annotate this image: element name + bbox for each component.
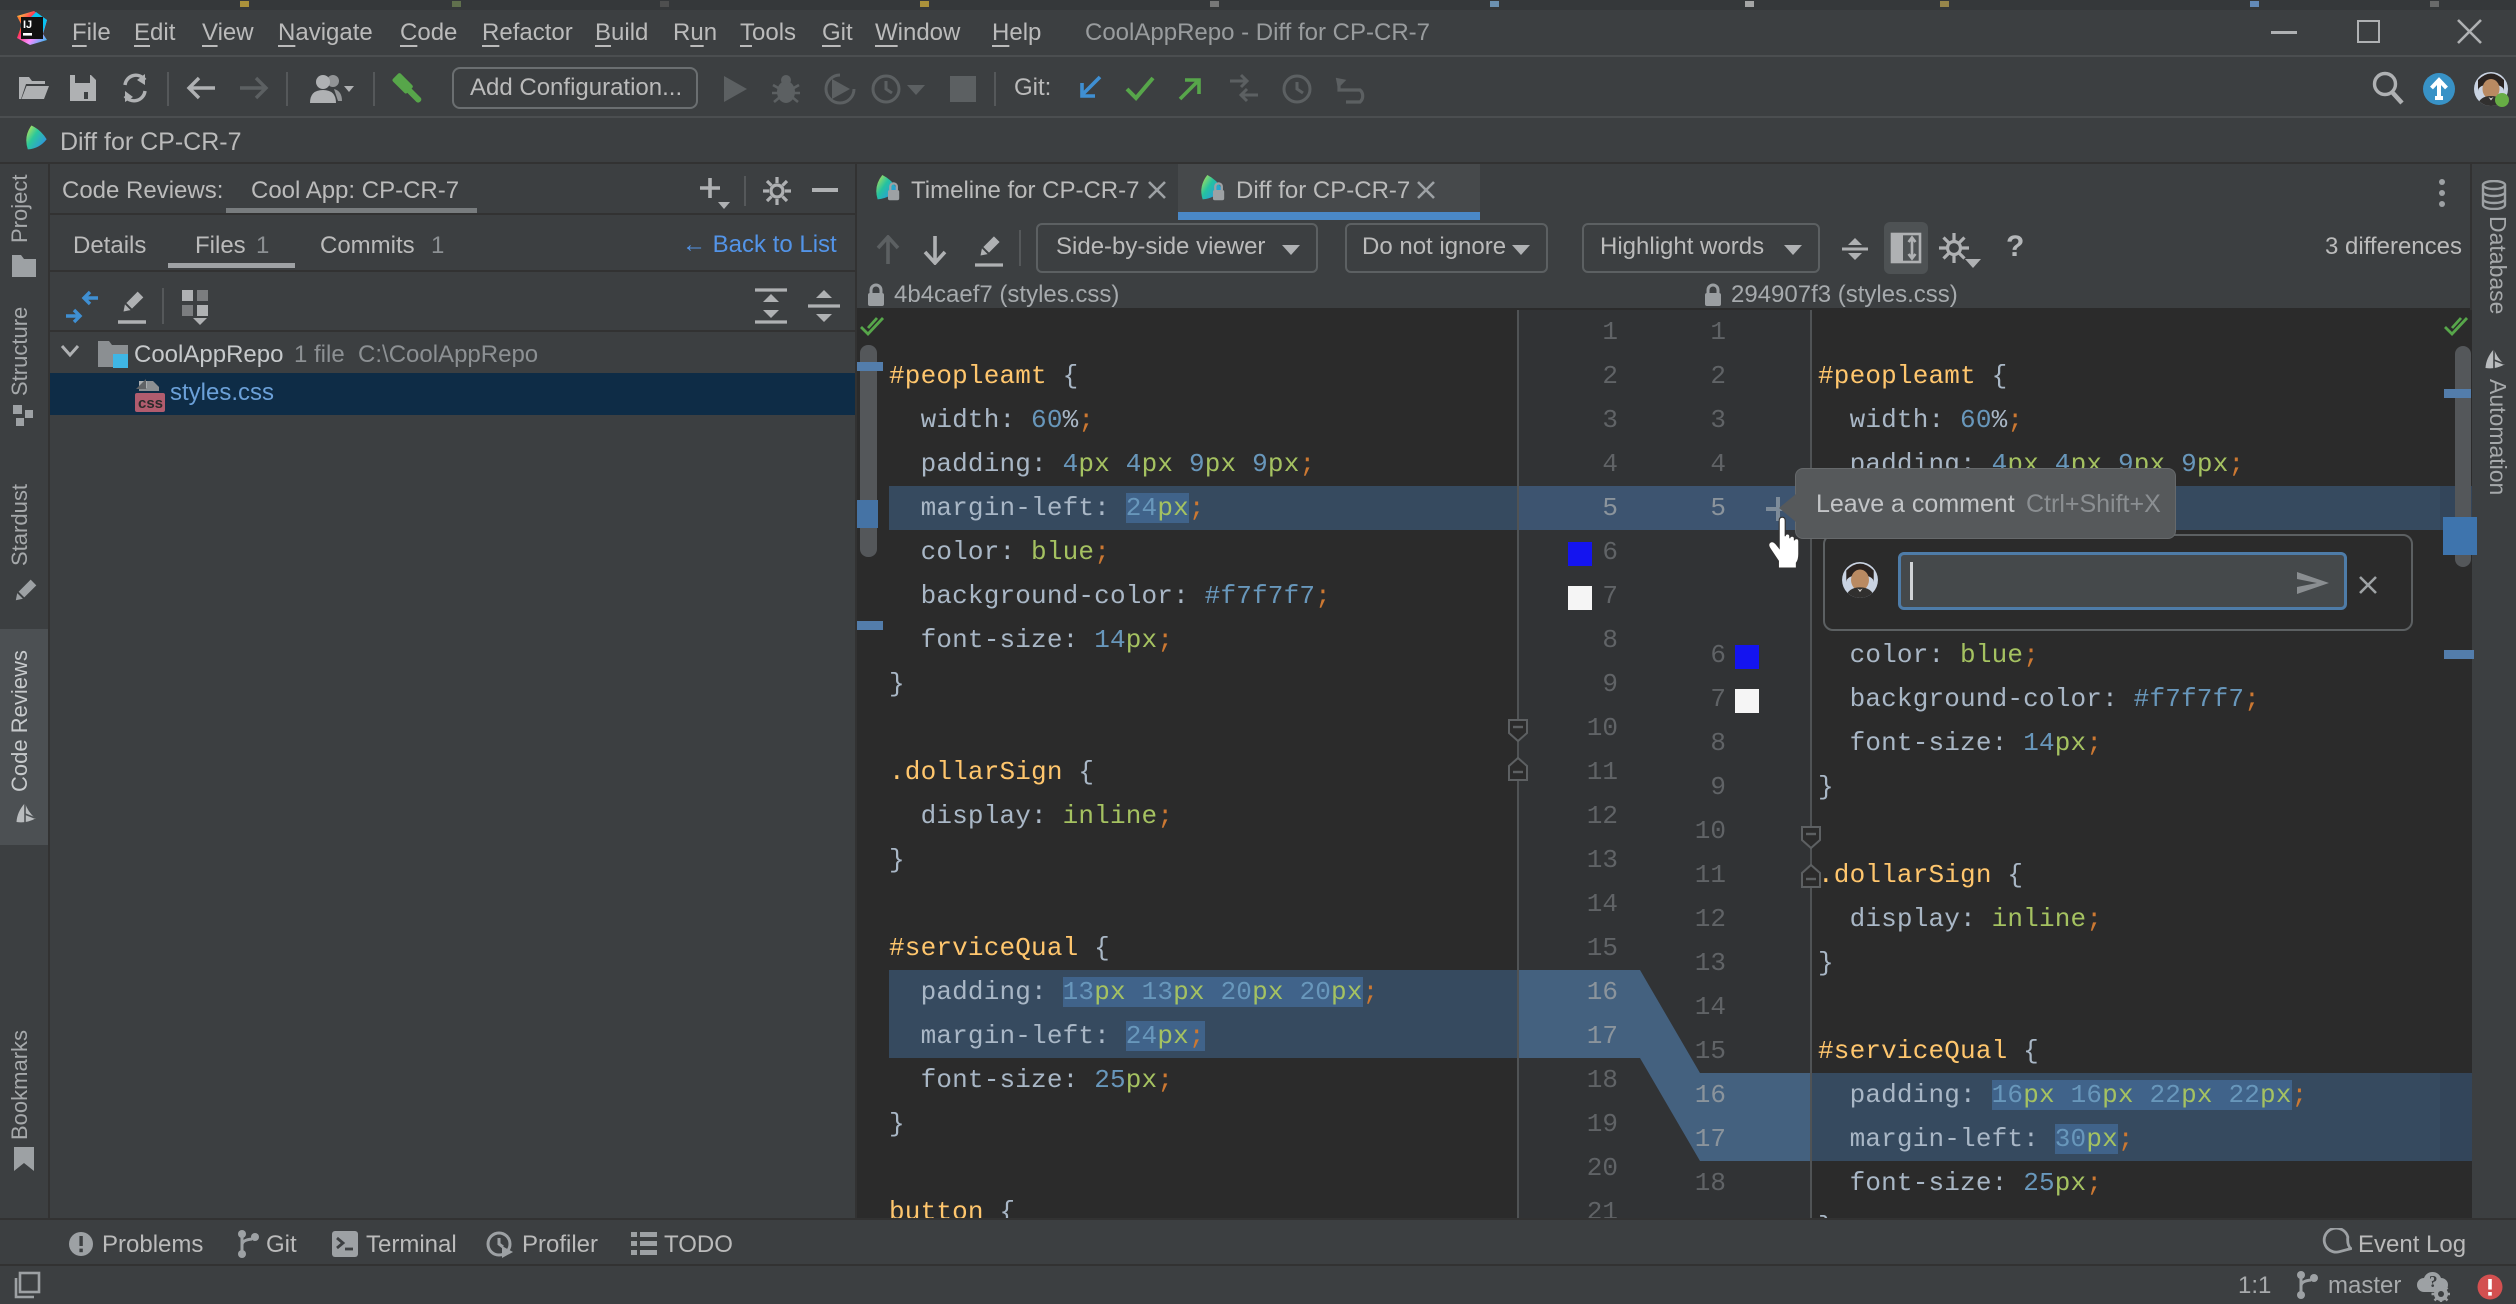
svg-text:IJ: IJ <box>23 19 32 31</box>
svg-text:css: css <box>138 395 163 412</box>
